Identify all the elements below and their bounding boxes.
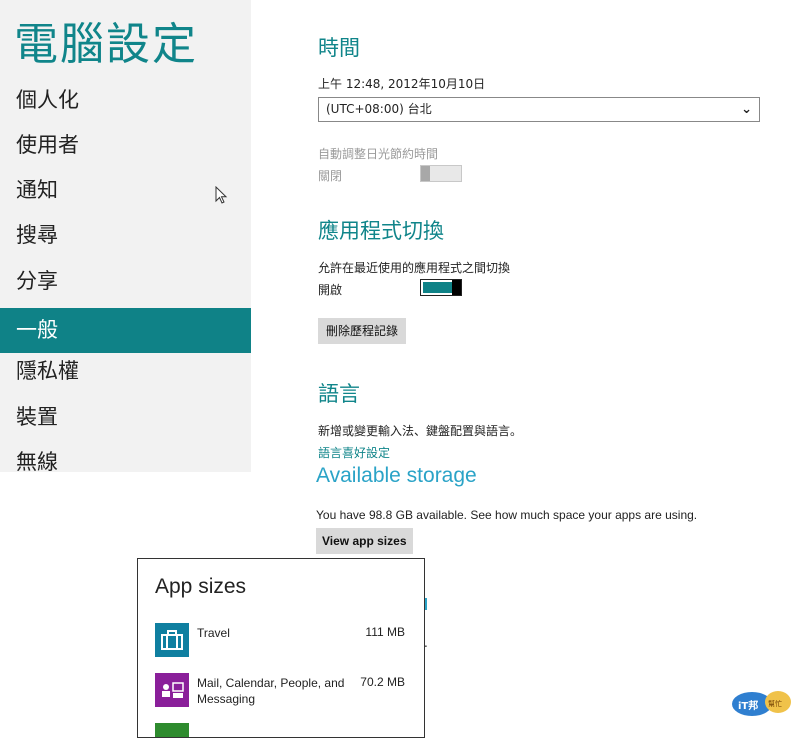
app-switch-toggle[interactable]: [420, 279, 462, 296]
time-heading: 時間: [318, 36, 360, 60]
app-switch-heading: 應用程式切換: [318, 219, 444, 243]
app-size: 70.2 MB: [360, 675, 405, 689]
sidebar-item-search[interactable]: 搜尋: [0, 213, 251, 258]
sidebar: 電腦設定 個人化 使用者 通知 搜尋 分享 一般 隱私權 裝置 無線: [0, 0, 251, 472]
language-desc: 新增或變更輸入法、鍵盤配置與語言。: [318, 424, 523, 438]
chevron-down-icon: ⌄: [741, 102, 752, 117]
sidebar-item-share[interactable]: 分享: [0, 259, 251, 304]
toggle-fill: [423, 282, 453, 293]
sidebar-item-general[interactable]: 一般: [0, 308, 251, 353]
mail-people-icon: [155, 673, 189, 707]
dst-label: 自動調整日光節約時間: [318, 147, 439, 161]
view-app-sizes-button[interactable]: View app sizes: [316, 528, 413, 554]
dst-toggle[interactable]: [420, 165, 462, 182]
sidebar-item-wireless[interactable]: 無線: [0, 440, 251, 472]
storage-heading: Available storage: [316, 464, 477, 487]
app-sizes-title: App sizes: [155, 575, 247, 598]
sidebar-item-personalize[interactable]: 個人化: [0, 78, 251, 123]
app-name: Travel: [197, 626, 230, 640]
language-heading: 語言: [318, 382, 360, 406]
language-preferences-link[interactable]: 語言喜好設定: [318, 444, 390, 461]
storage-desc: You have 98.8 GB available. See how much…: [316, 508, 698, 522]
app-size: 111 MB: [365, 625, 405, 639]
sidebar-item-users[interactable]: 使用者: [0, 123, 251, 168]
svg-text:幫忙: 幫忙: [768, 699, 782, 708]
app-row-mail[interactable]: Mail, Calendar, People, and Messaging 70…: [155, 673, 405, 707]
svg-text:iT邦: iT邦: [738, 699, 758, 712]
timezone-select[interactable]: (UTC+08:00) 台北 ⌄: [318, 97, 760, 122]
app-row-travel[interactable]: Travel 111 MB: [155, 623, 405, 657]
timezone-value: (UTC+08:00) 台北: [326, 102, 432, 116]
current-datetime: 上午 12:48, 2012年10月10日: [318, 77, 486, 91]
sidebar-item-privacy[interactable]: 隱私權: [0, 349, 251, 394]
toggle-thumb: [452, 280, 461, 295]
toggle-thumb: [421, 166, 430, 181]
page-title: 電腦設定: [14, 19, 198, 70]
app-icon-partial: [155, 723, 189, 737]
mouse-cursor-icon: [215, 186, 228, 204]
app-switch-state: 開啟: [318, 283, 343, 297]
travel-suitcase-icon: [155, 623, 189, 657]
clear-history-button[interactable]: 刪除歷程記錄: [318, 318, 407, 344]
dst-state: 關閉: [318, 169, 343, 183]
ithome-watermark-logo: iT邦 幫忙: [732, 691, 791, 716]
sidebar-item-notifications[interactable]: 通知: [0, 168, 251, 213]
sidebar-item-devices[interactable]: 裝置: [0, 395, 251, 440]
app-sizes-popup: App sizes Travel 111 MB Mail, Calendar, …: [137, 558, 425, 738]
app-switch-desc: 允許在最近使用的應用程式之間切換: [318, 261, 511, 275]
app-name: Mail, Calendar, People, and Messaging: [197, 676, 345, 706]
